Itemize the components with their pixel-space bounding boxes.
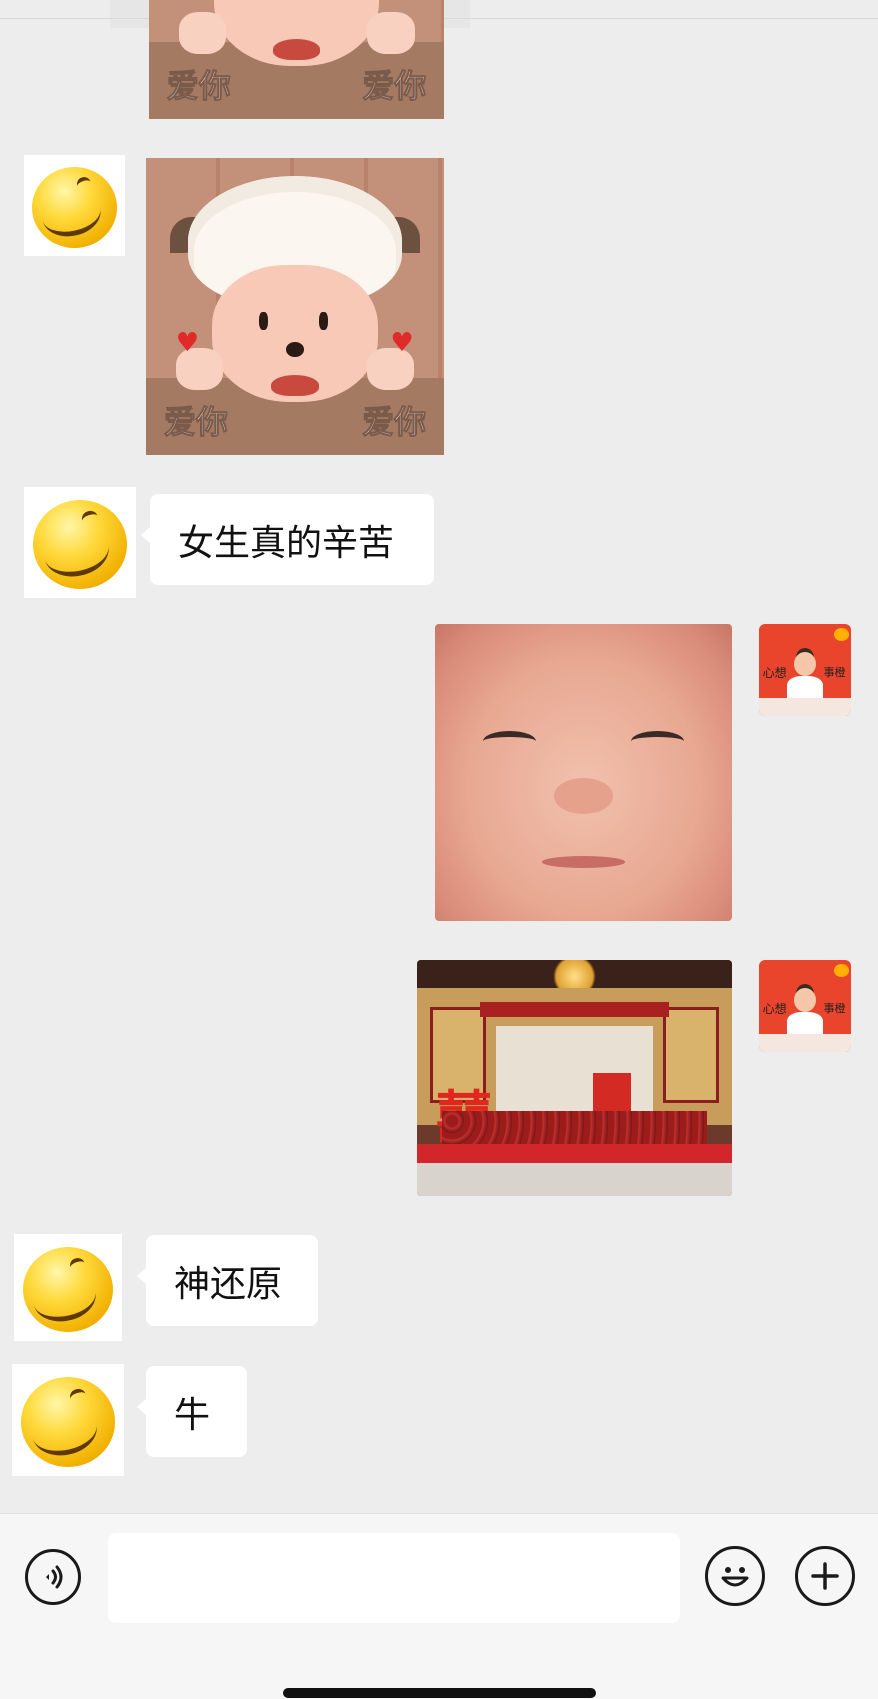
voice-button[interactable] [25,1549,81,1605]
heart-icon: ♥ [390,328,414,359]
sticker-mouth [272,38,321,60]
sticker-message[interactable]: ♥ ♥ 爱你 爱你 [146,158,444,455]
kid-head [793,987,817,1012]
kid-head [793,651,817,676]
contact-avatar[interactable] [14,1234,122,1341]
message-bubble[interactable]: 神还原 [137,1235,318,1326]
baby-mouth [541,855,626,868]
message-text: 神还原 [174,1263,283,1305]
sticker-caption-right: 爱你 [362,403,427,442]
emoji-icon [721,1567,749,1587]
sticker-caption-right: 爱你 [362,67,427,106]
message-bubble[interactable]: 牛 [137,1366,247,1457]
photo-message[interactable]: 囍 [417,960,732,1196]
avatar-text-left: 心想 [762,1002,787,1017]
message-text: 女生真的辛苦 [178,522,395,564]
avatar-text-right: 事橙 [823,666,846,680]
venue-flowers [442,1111,707,1145]
sticker-eye [259,312,269,331]
input-bar [0,1513,878,1699]
venue-banner [480,1002,669,1017]
heart-icon: ♥ [175,328,200,359]
chat-history[interactable]: 爱你 爱你 ♥ ♥ 爱你 爱你 女生真的辛苦 心想 事橙 心想 事橙 神还原 牛 [0,0,878,1513]
voice-icon [46,1565,63,1589]
message-input[interactable] [108,1533,680,1623]
sticker-caption-left: 爱你 [163,403,228,442]
sticker-mouth [271,374,319,396]
red-carpet [417,1144,732,1163]
venue-panel [663,1007,720,1103]
sticker-hand [178,12,226,54]
contact-avatar[interactable] [24,155,125,256]
orange-icon [834,963,850,977]
photo-message[interactable] [435,624,732,921]
avatar-text-right: 事橙 [823,1002,846,1016]
kid-table [759,1033,851,1052]
message-text: 牛 [174,1394,211,1436]
orange-icon [834,627,850,641]
sticker-nose [286,342,304,357]
home-indicator [283,1688,596,1698]
sticker-caption-left: 爱你 [166,67,231,106]
plus-button[interactable] [795,1546,855,1606]
plus-icon [811,1562,839,1590]
kid-body [786,1011,824,1034]
my-avatar[interactable]: 心想 事橙 [759,624,851,716]
sticker-hand [367,12,415,54]
contact-avatar[interactable] [12,1364,124,1476]
contact-avatar[interactable] [24,487,136,598]
my-avatar[interactable]: 心想 事橙 [759,960,851,1052]
kid-table [759,697,851,716]
venue-floor [417,1162,732,1196]
kid-body [786,675,824,698]
baby-eye [482,730,536,752]
sticker-eye [318,312,328,331]
baby-nose [553,778,614,815]
avatar-text-left: 心想 [762,666,787,681]
message-bubble[interactable]: 女生真的辛苦 [141,494,434,585]
baby-eye [631,730,685,752]
emoji-button[interactable] [705,1546,765,1606]
sticker-message[interactable]: 爱你 爱你 [149,0,444,119]
